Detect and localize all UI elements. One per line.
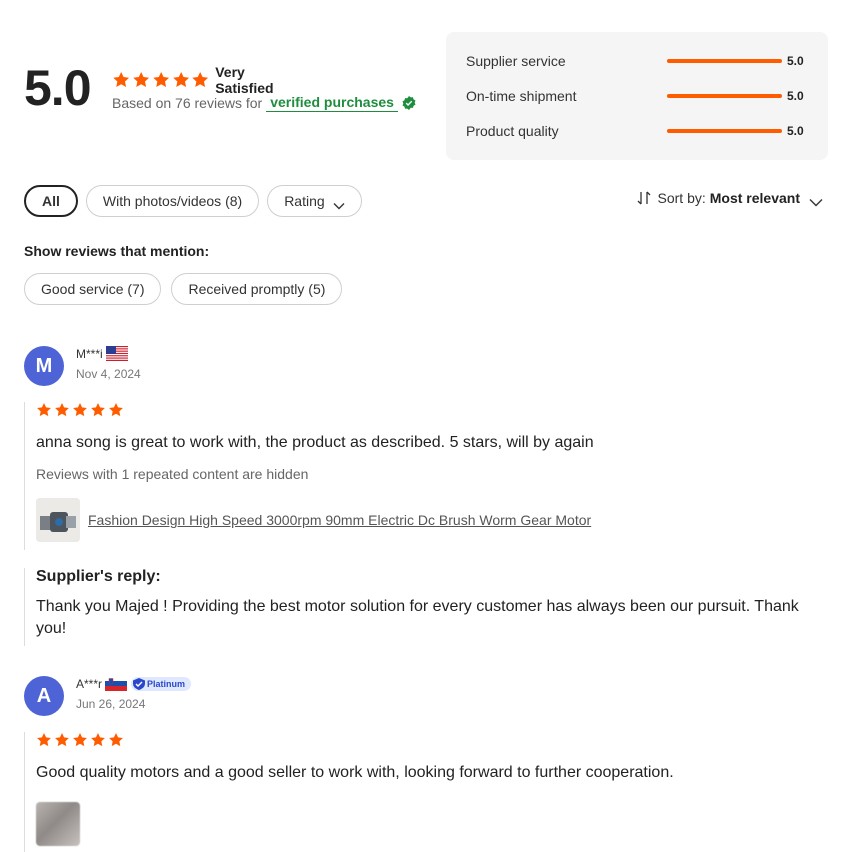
review-stars: [36, 402, 594, 418]
review-content: Good quality motors and a good seller to…: [24, 732, 674, 852]
verified-badge-icon: [402, 96, 416, 110]
star-icon: [36, 732, 52, 748]
review-date: Jun 26, 2024: [76, 697, 146, 711]
filter-rating-dropdown[interactable]: Rating: [267, 185, 362, 217]
metric-supplier-service: Supplier service 5.0: [466, 51, 816, 71]
star-icon: [152, 69, 170, 91]
reviewer-name: A***r Platinum: [76, 676, 192, 691]
supplier-reply-title: Supplier's reply:: [36, 568, 161, 585]
star-icon: [112, 69, 130, 91]
filter-photos-chip[interactable]: With photos/videos (8): [85, 185, 260, 217]
star-icon: [108, 732, 124, 748]
star-icon: [54, 732, 70, 748]
metric-on-time-shipment: On-time shipment 5.0: [466, 86, 816, 106]
review-content: anna song is great to work with, the pro…: [24, 402, 594, 550]
review-stars: [36, 732, 674, 748]
satisfaction-label: Very Satisfied: [215, 64, 274, 96]
verified-purchases-link[interactable]: verified purchases: [266, 94, 398, 112]
metric-bar-fill: [667, 94, 782, 98]
platinum-badge-label: Platinum: [147, 678, 186, 689]
review-filters: All With photos/videos (8) Rating: [24, 185, 370, 217]
sort-icon: [636, 190, 652, 206]
review-count-text: Based on 76 reviews for: [112, 95, 263, 111]
star-icon: [72, 402, 88, 418]
slovenia-flag-icon: [105, 676, 128, 691]
star-icon: [54, 402, 70, 418]
sort-value: Most relevant: [709, 190, 800, 206]
sort-dropdown[interactable]: Sort by: Most relevant: [636, 190, 824, 206]
us-flag-icon: [105, 346, 128, 361]
overall-score: 5.0: [24, 60, 92, 116]
supplier-reply: Supplier's reply: Thank you Majed ! Prov…: [24, 568, 824, 646]
metric-bar-fill: [667, 59, 782, 63]
reviewer-name-text: A***r: [76, 676, 103, 691]
filter-all-chip[interactable]: All: [24, 185, 78, 217]
product-thumbnail[interactable]: [36, 498, 80, 542]
review-basis: Based on 76 reviews for verified purchas…: [112, 94, 416, 112]
review-photo-thumbnail[interactable]: [36, 802, 80, 846]
mention-tag-received-promptly[interactable]: Received promptly (5): [171, 273, 343, 305]
reviewer-name: M***i: [76, 346, 128, 361]
star-icon: [108, 402, 124, 418]
platinum-badge: Platinum: [131, 676, 192, 691]
metric-product-quality: Product quality 5.0: [466, 121, 816, 141]
mention-tags: Good service (7) Received promptly (5): [24, 273, 352, 305]
star-icon: [172, 69, 190, 91]
star-icon: [90, 402, 106, 418]
metric-label: On-time shipment: [466, 88, 577, 104]
review-text: Good quality motors and a good seller to…: [36, 764, 674, 781]
platinum-shield-icon: [133, 677, 146, 690]
review-text: anna song is great to work with, the pro…: [36, 434, 594, 451]
reviewer-name-text: M***i: [76, 346, 103, 361]
metric-label: Supplier service: [466, 53, 566, 69]
avatar: A: [24, 676, 64, 716]
chevron-down-icon: [809, 194, 823, 206]
mentions-title: Show reviews that mention:: [24, 243, 210, 259]
review-item: M M***i Nov 4, 2024 anna song is great t…: [24, 346, 824, 646]
metric-bar: [667, 59, 782, 63]
star-icon: [191, 69, 209, 91]
metric-value: 5.0: [787, 89, 804, 103]
star-icon: [72, 732, 88, 748]
review-item: A A***r Platinum Jun 26, 2024 Good quali…: [24, 676, 824, 852]
chevron-down-icon: [333, 197, 345, 210]
star-icon: [90, 732, 106, 748]
filter-rating-label: Rating: [284, 193, 325, 209]
metric-value: 5.0: [787, 124, 804, 138]
star-icon: [36, 402, 52, 418]
sort-label: Sort by:: [657, 190, 706, 206]
review-date: Nov 4, 2024: [76, 367, 141, 381]
overall-stars: Very Satisfied: [112, 64, 292, 96]
supplier-reply-text: Thank you Majed ! Providing the best mot…: [36, 598, 799, 637]
hidden-reviews-note: Reviews with 1 repeated content are hidd…: [36, 466, 309, 482]
metric-label: Product quality: [466, 123, 559, 139]
metric-bar: [667, 94, 782, 98]
mention-tag-good-service[interactable]: Good service (7): [24, 273, 162, 305]
reviewed-product-link[interactable]: Fashion Design High Speed 3000rpm 90mm E…: [36, 498, 594, 542]
product-name-link[interactable]: Fashion Design High Speed 3000rpm 90mm E…: [88, 512, 591, 528]
avatar: M: [24, 346, 64, 386]
star-icon: [132, 69, 150, 91]
rating-metrics-panel: Supplier service 5.0 On-time shipment 5.…: [446, 32, 828, 160]
metric-value: 5.0: [787, 54, 804, 68]
metric-bar-fill: [667, 129, 782, 133]
metric-bar: [667, 129, 782, 133]
